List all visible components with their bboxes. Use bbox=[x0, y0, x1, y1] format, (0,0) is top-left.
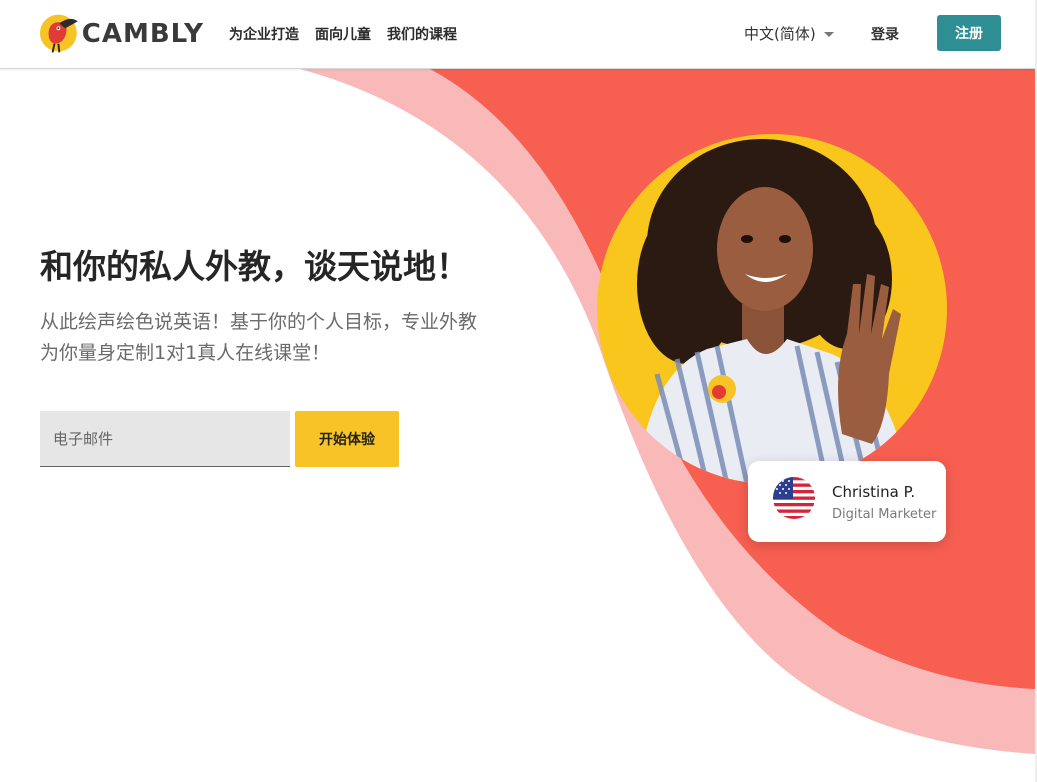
nav-kids[interactable]: 面向儿童 bbox=[315, 24, 371, 44]
signup-button[interactable]: 注册 bbox=[937, 15, 1001, 51]
us-flag-icon bbox=[773, 477, 815, 519]
tutor-portrait-image bbox=[597, 134, 947, 484]
tutor-card: Christina P. Digital Marketer bbox=[748, 461, 946, 542]
top-nav: CAMBLY 为企业打造 面向儿童 我们的课程 中文(简体) 登录 注册 bbox=[0, 0, 1035, 69]
toucan-logo-icon bbox=[39, 14, 78, 53]
hero-subtext: 从此绘声绘色说英语！基于你的个人目标，专业外教为你量身定制1对1真人在线课堂！ bbox=[40, 311, 478, 364]
brand-name: CAMBLY bbox=[81, 19, 204, 49]
email-input[interactable] bbox=[40, 411, 290, 467]
tutor-name: Christina P. bbox=[832, 483, 916, 501]
language-selector[interactable]: 中文(简体) bbox=[744, 23, 834, 44]
chevron-down-icon bbox=[823, 32, 834, 37]
tutor-role: Digital Marketer bbox=[832, 507, 937, 522]
cambly-logo[interactable]: CAMBLY bbox=[39, 10, 204, 58]
page: CAMBLY 为企业打造 面向儿童 我们的课程 中文(简体) 登录 注册 和你的… bbox=[0, 0, 1037, 782]
nav-courses[interactable]: 我们的课程 bbox=[387, 24, 457, 44]
hero-headline: 和你的私人外教，谈天说地！ bbox=[40, 247, 469, 286]
nav-enterprise[interactable]: 为企业打造 bbox=[229, 24, 299, 44]
login-link[interactable]: 登录 bbox=[871, 24, 899, 44]
language-label: 中文(简体) bbox=[744, 25, 816, 43]
start-trial-button[interactable]: 开始体验 bbox=[295, 411, 399, 467]
